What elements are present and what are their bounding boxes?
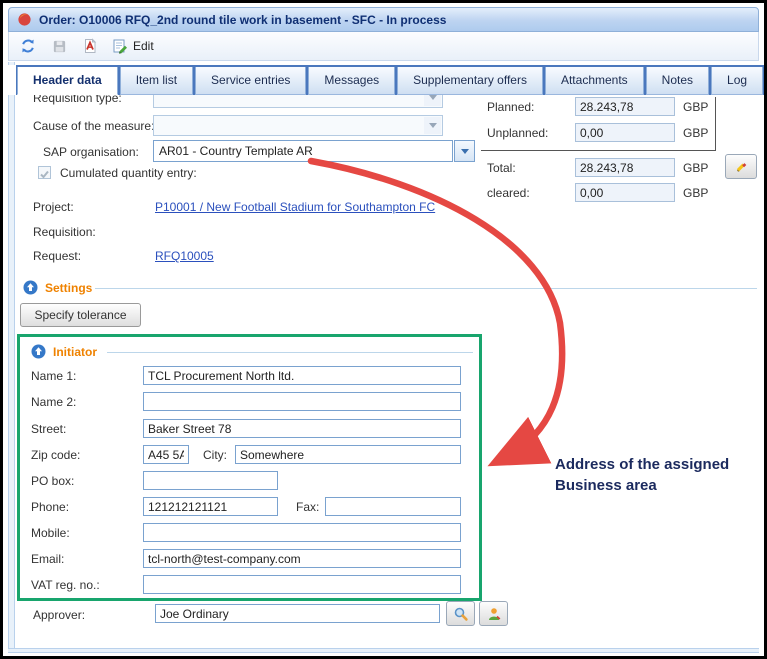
unplanned-label: Unplanned: bbox=[487, 126, 548, 140]
totals-group-border-vertical bbox=[715, 97, 716, 150]
chevron-down-icon bbox=[424, 117, 441, 134]
left-panel-border bbox=[8, 62, 15, 648]
user-icon bbox=[486, 606, 502, 622]
project-label: Project: bbox=[33, 200, 74, 214]
annotation-text: Address of the assigned Business area bbox=[555, 454, 737, 496]
total-value-field[interactable] bbox=[575, 158, 675, 177]
edit-total-button[interactable] bbox=[725, 154, 757, 179]
total-currency: GBP bbox=[683, 161, 708, 175]
sap-organisation-label: SAP organisation: bbox=[43, 145, 139, 159]
planned-currency: GBP bbox=[683, 100, 708, 114]
planned-value-field[interactable] bbox=[575, 97, 675, 116]
approver-search-button[interactable] bbox=[446, 601, 475, 626]
cumulated-quantity-checkbox[interactable] bbox=[38, 166, 51, 179]
approver-user-button[interactable] bbox=[479, 601, 508, 626]
settings-section-title: Settings bbox=[45, 281, 92, 295]
specify-tolerance-button[interactable]: Specify tolerance bbox=[20, 303, 141, 327]
toolbar: Edit bbox=[8, 32, 759, 61]
requisition-label: Requisition: bbox=[33, 225, 96, 239]
total-label: Total: bbox=[487, 161, 516, 175]
edit-button[interactable]: Edit bbox=[112, 38, 154, 54]
chevron-down-icon bbox=[461, 149, 469, 154]
bottom-panel-border bbox=[8, 648, 759, 653]
tab-attachments[interactable]: Attachments bbox=[545, 67, 644, 95]
tab-item-list[interactable]: Item list bbox=[120, 67, 193, 95]
project-link[interactable]: P10001 / New Football Stadium for Southa… bbox=[155, 200, 435, 214]
pdf-export-button[interactable] bbox=[81, 37, 99, 55]
cause-of-measure-select[interactable] bbox=[153, 115, 443, 136]
check-icon bbox=[39, 169, 50, 180]
unplanned-currency: GBP bbox=[683, 126, 708, 140]
tab-supplementary-offers[interactable]: Supplementary offers bbox=[397, 67, 543, 95]
application-window: Order: O10006 RFQ_2nd round tile work in… bbox=[0, 0, 767, 659]
pencil-icon bbox=[733, 159, 749, 175]
save-button[interactable] bbox=[50, 37, 68, 55]
collapse-section-icon[interactable] bbox=[23, 280, 38, 300]
tab-messages[interactable]: Messages bbox=[308, 67, 395, 95]
refresh-button[interactable] bbox=[19, 37, 37, 55]
tab-service-entries[interactable]: Service entries bbox=[195, 67, 306, 95]
settings-section-rule bbox=[95, 288, 757, 289]
edit-icon bbox=[112, 38, 128, 54]
cleared-value-field[interactable] bbox=[575, 183, 675, 202]
search-icon bbox=[453, 606, 469, 622]
refresh-icon bbox=[20, 38, 36, 54]
sap-organisation-combobox[interactable]: AR01 - Country Template AR bbox=[153, 140, 453, 162]
totals-divider bbox=[481, 150, 716, 151]
tab-header-data[interactable]: Header data bbox=[17, 67, 118, 95]
save-icon bbox=[52, 39, 67, 54]
cause-of-measure-label: Cause of the measure: bbox=[33, 119, 154, 133]
cleared-label: cleared: bbox=[487, 186, 530, 200]
app-icon bbox=[17, 12, 32, 27]
request-link[interactable]: RFQ10005 bbox=[155, 249, 214, 263]
cumulated-quantity-label: Cumulated quantity entry: bbox=[60, 166, 197, 180]
window-title: Order: O10006 RFQ_2nd round tile work in… bbox=[39, 13, 446, 27]
edit-label: Edit bbox=[133, 39, 154, 53]
request-label: Request: bbox=[33, 249, 81, 263]
sap-organisation-dropdown-button[interactable] bbox=[454, 140, 475, 162]
planned-label: Planned: bbox=[487, 100, 534, 114]
approver-label: Approver: bbox=[33, 608, 85, 622]
tab-log[interactable]: Log bbox=[711, 67, 763, 95]
tab-notes[interactable]: Notes bbox=[646, 67, 709, 95]
window-title-bar: Order: O10006 RFQ_2nd round tile work in… bbox=[8, 7, 759, 32]
approver-field[interactable] bbox=[155, 604, 440, 623]
cleared-currency: GBP bbox=[683, 186, 708, 200]
pdf-export-icon bbox=[82, 38, 98, 54]
initiator-highlight-box bbox=[17, 334, 482, 601]
unplanned-value-field[interactable] bbox=[575, 123, 675, 142]
tab-bar: Header data Item list Service entries Me… bbox=[3, 65, 764, 95]
